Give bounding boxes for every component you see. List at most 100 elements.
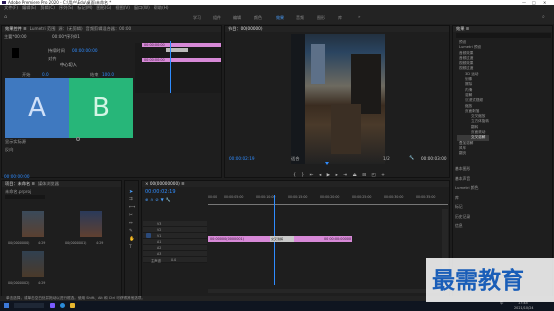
panel-markers[interactable]: 标记 [455,202,478,212]
tab-project[interactable]: 项目：未命名 ≡ [5,181,35,186]
menu-view[interactable]: 视图(V) [115,5,130,10]
step-forward-icon[interactable]: ▸ [336,173,340,178]
premiere-taskbar-icon[interactable] [50,303,55,308]
menu-marker[interactable]: 标记(M) [77,5,92,10]
start-icon[interactable] [4,303,9,308]
mark-in-icon[interactable]: { [293,173,298,178]
panel-lumetri-color[interactable]: Lumetri 颜色 [455,183,478,193]
program-timecode[interactable]: 00:00:02:19 [229,156,255,161]
ec-clip-bottom[interactable]: 00:00:00:00 [142,58,221,62]
watermark-box: 最需教育 [426,258,554,302]
go-to-in-icon[interactable]: ⇤ [310,173,316,178]
timeline-ruler[interactable]: 00:00 00:00:05:00 00:00:10:00 00:00:15:0… [208,195,448,201]
track-select-icon[interactable]: ⇉ [129,197,133,202]
search-icon[interactable]: ⌕ [542,14,545,20]
menu-file[interactable]: 文件(F) [4,5,18,10]
tab-source[interactable]: 源：(无剪辑) [58,26,82,31]
home-icon[interactable]: ⌂ [4,14,7,20]
panel-essential-sound[interactable]: 基本声音 [455,174,478,184]
menu-help[interactable]: 帮助(H) [154,5,169,10]
duration-value[interactable]: 00:00:00:00 [72,48,98,53]
pen-tool-icon[interactable]: ✎ [129,229,133,234]
panel-essential-graphics[interactable]: 基本图形 [455,164,478,174]
tab-sequence[interactable]: × 00(00000000) ≡ [145,181,185,186]
timeline-horizontal-scrollbar[interactable] [208,289,444,293]
workspace-libraries[interactable]: 库 [338,15,342,21]
effects-search[interactable] [456,33,551,38]
play-icon[interactable]: ▶ [327,173,332,178]
tab-media-browser[interactable]: 媒体浏览器 [38,181,59,186]
cross-dissolve-transition[interactable]: 交叉溶解 [270,236,294,242]
taskbar-search[interactable] [14,303,44,308]
fit-dropdown[interactable]: 适合 [291,156,299,162]
reverse-toggle[interactable] [76,137,80,141]
workspace-audio[interactable]: 音频 [296,15,304,21]
start-value[interactable]: 0.0 [42,72,49,77]
ripple-edit-icon[interactable]: ⟷ [129,205,135,210]
tree-item[interactable]: 翻页 [457,151,489,156]
go-to-out-icon[interactable]: ⇥ [343,173,349,178]
panel-history[interactable]: 历史记录 [455,212,478,222]
settings-icon[interactable]: 🔧 [166,197,173,202]
explorer-taskbar-icon[interactable] [70,303,75,308]
project-item-name[interactable]: 00(0000000) [8,241,29,245]
add-button-icon[interactable]: + [381,173,387,178]
menu-window[interactable]: 窗口(W) [134,5,150,10]
project-thumb-1[interactable] [22,211,44,237]
hand-tool-icon[interactable]: ✋ [129,237,135,242]
timeline-timecode[interactable]: 00:00:02:19 [145,189,176,195]
step-back-icon[interactable]: ◂ [319,173,323,178]
edge-taskbar-icon[interactable] [60,303,65,308]
ruler-label: 00:00:15:00 [288,195,308,199]
menu-edit[interactable]: 编辑(E) [22,5,36,10]
menu-clip[interactable]: 剪辑(C) [40,5,55,10]
more-workspaces-icon[interactable]: » [358,14,361,19]
ruler-label: 00:00 [208,195,218,199]
menu-sequence[interactable]: 序列(S) [59,5,73,10]
panel-libraries[interactable]: 库 [455,193,478,203]
panel-info[interactable]: 信息 [455,221,478,231]
ec-clip-top[interactable]: 00:00:00:00 [142,43,221,47]
workspace-editing[interactable]: 编辑 [233,15,241,21]
tab-program[interactable]: 节目：00(00000) [228,26,262,31]
project-item-duration: 4:29 [38,241,46,245]
sequence-label: 00:00*序列01 [52,34,80,39]
ec-playhead[interactable] [170,41,171,93]
settings-wrench-icon[interactable]: 🔧 [409,155,414,161]
selection-tool-icon[interactable]: ➤ [129,189,133,195]
end-value[interactable]: 100.0 [102,72,114,77]
tab-effects[interactable]: 效果 ≡ [456,26,469,31]
tab-lumetri-scopes[interactable]: Lumetri 范围 [30,26,56,31]
workspace-color[interactable]: 颜色 [254,15,262,21]
ec-timecode[interactable]: 00:00:00:00 [4,174,30,179]
tab-audio-mixer[interactable]: 音频剪辑混合器：00:00 [86,26,132,31]
ruler-label: 00:00:35:00 [416,195,436,199]
resolution-dropdown[interactable]: 1/2 [383,156,390,161]
type-tool-icon[interactable]: T [129,245,132,250]
project-thumb-3[interactable] [22,251,44,277]
workspace-assembly[interactable]: 组件 [213,15,221,21]
project-thumb-2[interactable] [80,211,102,237]
slip-tool-icon[interactable]: ↔ [129,221,133,226]
project-item-name[interactable]: 00(0000002) [8,281,29,285]
effect-controls-panel: 效果控件 ≡ Lumetri 范围 源：(无剪辑) 音频剪辑混合器：00:00 主要*… [1,25,222,179]
tab-effect-controls[interactable]: 效果控件 ≡ [5,26,27,31]
work-area-bar[interactable] [208,204,448,205]
mark-out-icon[interactable]: } [301,173,306,178]
workspace-learn[interactable]: 学习 [193,15,201,21]
project-item-name[interactable]: 00(0000001) [65,241,86,245]
program-playhead[interactable] [325,162,329,165]
premiere-app-icon [2,1,6,4]
razor-tool-icon[interactable]: ✂ [129,213,133,218]
menu-graphics[interactable]: 图形(G) [97,5,112,10]
v1-clip-2[interactable]: 00 00:00:00000 [322,236,352,242]
workspace-graphics[interactable]: 图形 [317,15,325,21]
alignment-dropdown[interactable]: 中心切入 [60,62,77,68]
project-search[interactable] [5,195,45,199]
effect-controls-tabs: 效果控件 ≡ Lumetri 范围 源：(无剪辑) 音频剪辑混合器：00:00 [2,26,221,32]
export-frame-icon[interactable]: ◰ [371,173,377,178]
lift-icon[interactable]: ⏏ [352,173,358,178]
workspace-effects[interactable]: 效果 [276,15,284,21]
track-master[interactable]: 主声道 0.0 [143,257,207,263]
extract-icon[interactable]: ⊟ [362,173,368,178]
